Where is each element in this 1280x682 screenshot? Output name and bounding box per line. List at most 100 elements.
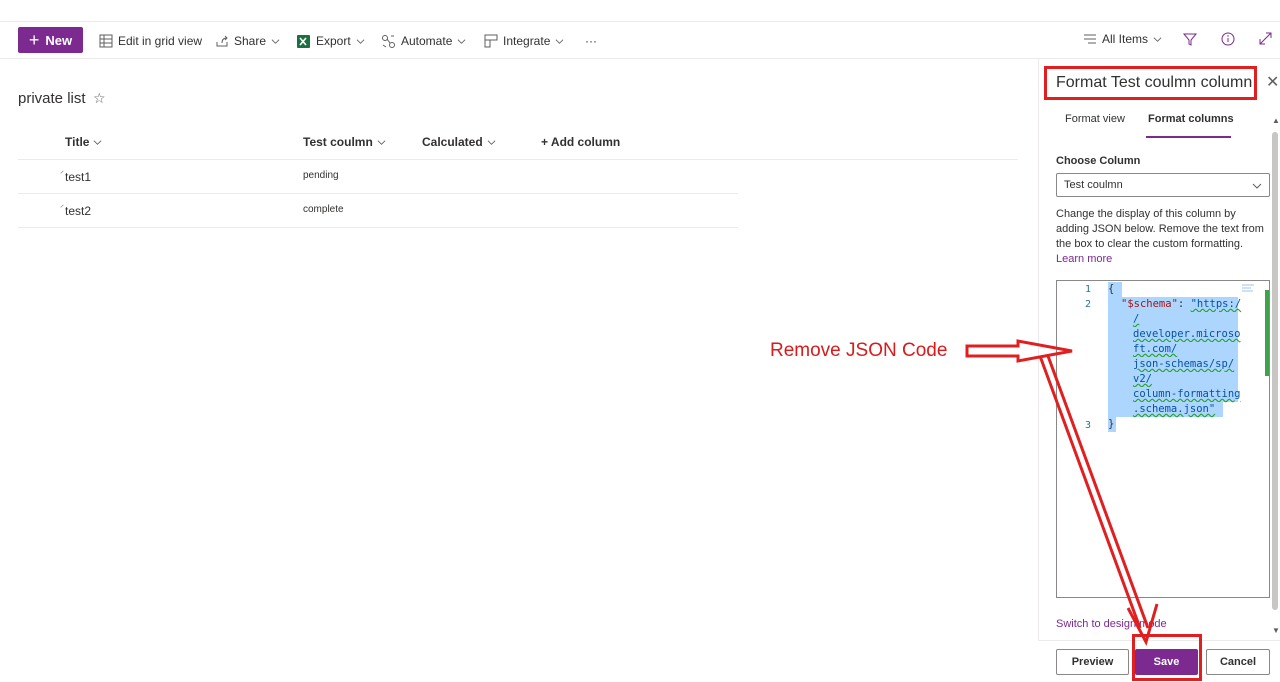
active-tab-indicator xyxy=(1146,136,1231,138)
view-selector[interactable]: All Items xyxy=(1083,32,1162,46)
favorite-star-icon[interactable]: ☆ xyxy=(93,90,106,107)
header-divider xyxy=(18,159,1018,160)
column-header-calculated[interactable]: Calculated xyxy=(422,135,496,149)
switch-design-mode-link[interactable]: Switch to design mode xyxy=(1056,618,1167,630)
code-value-6: column-formatting xyxy=(1133,388,1241,400)
chevron-down-icon xyxy=(94,139,102,145)
chevron-down-icon xyxy=(1252,183,1262,189)
code-open-brace: { xyxy=(1108,282,1122,297)
top-strip xyxy=(0,0,1280,22)
code-value-line: column-formatting xyxy=(1108,387,1241,402)
column-test-label: Test coulmn xyxy=(303,135,373,149)
close-icon[interactable]: ✕ xyxy=(1266,72,1279,92)
column-header-title[interactable]: Title xyxy=(65,135,102,149)
more-button[interactable]: ··· xyxy=(585,32,597,50)
integrate-icon xyxy=(484,34,498,48)
code-value-line: v2/ xyxy=(1108,372,1238,387)
info-icon xyxy=(1221,32,1235,46)
table-row[interactable]: ⸝ test1 xyxy=(60,166,92,184)
preview-button[interactable]: Preview xyxy=(1056,649,1129,675)
code-value-5: v2/ xyxy=(1133,373,1152,385)
integrate-button[interactable]: Integrate xyxy=(484,32,564,50)
line-number: 3 xyxy=(1084,420,1091,431)
column-title-label: Title xyxy=(65,135,90,149)
panel-title: Format Test coulmn column xyxy=(1044,66,1257,100)
row-test-coulmn-value: pending xyxy=(303,170,339,181)
view-label: All Items xyxy=(1102,32,1149,46)
minimap-icon xyxy=(1242,284,1254,292)
code-value-4: json-schemas/sp/ xyxy=(1133,358,1235,370)
row-title: test1 xyxy=(65,170,92,184)
panel-scrollbar[interactable] xyxy=(1272,132,1278,610)
chevron-down-icon xyxy=(487,139,496,145)
automate-button[interactable]: Automate xyxy=(381,32,466,50)
chevron-down-icon xyxy=(457,38,466,44)
chevron-down-icon xyxy=(1153,36,1162,42)
tab-format-view[interactable]: Format view xyxy=(1065,113,1125,125)
learn-more-link[interactable]: Learn more xyxy=(1056,252,1270,267)
row-divider xyxy=(18,227,738,228)
help-description: Change the display of this column by add… xyxy=(1056,208,1264,250)
scroll-up-icon[interactable]: ▲ xyxy=(1272,116,1280,125)
code-value-1: / xyxy=(1133,313,1140,325)
add-column-button[interactable]: + Add column xyxy=(541,135,620,149)
automate-label: Automate xyxy=(401,34,453,48)
code-key: "$schema" xyxy=(1121,298,1178,310)
chevron-down-icon xyxy=(271,38,280,44)
row-test-coulmn-value: complete xyxy=(303,204,344,215)
export-button[interactable]: Export xyxy=(296,32,365,50)
cancel-button[interactable]: Cancel xyxy=(1206,649,1270,675)
code-value-2: developer.microso xyxy=(1133,328,1241,340)
code-value-3: ft.com/ xyxy=(1133,343,1178,355)
code-value-line: ft.com/ xyxy=(1108,342,1238,357)
code-key-line: "$schema": "https:/ xyxy=(1108,297,1241,312)
code-value-7: .schema.json" xyxy=(1133,403,1216,415)
help-text: Change the display of this column by add… xyxy=(1056,207,1270,267)
code-value-0: "https:/ xyxy=(1190,298,1242,310)
new-button[interactable]: + New xyxy=(18,27,83,53)
info-button[interactable] xyxy=(1221,32,1235,46)
chevron-down-icon xyxy=(555,38,564,44)
edit-grid-button[interactable]: Edit in grid view xyxy=(99,32,202,50)
code-value-line: developer.microso xyxy=(1108,327,1241,342)
filter-button[interactable] xyxy=(1183,32,1197,46)
grid-icon xyxy=(99,34,113,48)
choose-column-label: Choose Column xyxy=(1056,155,1141,167)
scroll-down-icon[interactable]: ▼ xyxy=(1272,626,1280,635)
chevron-down-icon xyxy=(356,38,365,44)
json-editor[interactable]: 1 2 3 { "$schema": "https:/ / developer.… xyxy=(1056,280,1270,598)
choose-column-value: Test coulmn xyxy=(1064,179,1123,191)
line-number: 1 xyxy=(1084,284,1091,295)
edit-grid-label: Edit in grid view xyxy=(118,34,203,48)
row-title: test2 xyxy=(65,204,92,218)
code-value-line: .schema.json" xyxy=(1108,402,1223,417)
chevron-down-icon xyxy=(377,139,386,145)
new-item-icon: ⸝ xyxy=(60,200,64,209)
export-label: Export xyxy=(316,34,351,48)
code-value-line: json-schemas/sp/ xyxy=(1108,357,1238,372)
table-row[interactable]: ⸝ test2 xyxy=(60,200,92,218)
command-bar: + New Edit in grid view Share Export Aut… xyxy=(0,22,1280,59)
excel-icon xyxy=(297,34,310,48)
tab-format-columns[interactable]: Format columns xyxy=(1148,113,1234,125)
column-calculated-label: Calculated xyxy=(422,135,483,149)
filter-icon xyxy=(1183,33,1197,46)
share-label: Share xyxy=(234,34,267,48)
row-divider xyxy=(18,193,738,194)
automate-icon xyxy=(382,34,395,48)
code-colon: : xyxy=(1177,298,1185,310)
share-icon xyxy=(216,35,228,47)
choose-column-select[interactable]: Test coulmn xyxy=(1056,173,1270,197)
annotation-text: Remove JSON Code xyxy=(770,340,948,361)
save-highlight-box xyxy=(1132,634,1202,681)
expand-icon xyxy=(1259,32,1272,45)
new-item-icon: ⸝ xyxy=(60,166,64,175)
expand-button[interactable] xyxy=(1259,32,1272,45)
share-button[interactable]: Share xyxy=(215,32,280,50)
column-header-test-coulmn[interactable]: Test coulmn xyxy=(303,135,386,149)
integrate-label: Integrate xyxy=(503,34,551,48)
code-close-brace: } xyxy=(1108,417,1116,432)
more-label: ··· xyxy=(585,34,597,48)
editor-change-indicator xyxy=(1265,290,1269,376)
list-title: private list xyxy=(18,90,86,107)
